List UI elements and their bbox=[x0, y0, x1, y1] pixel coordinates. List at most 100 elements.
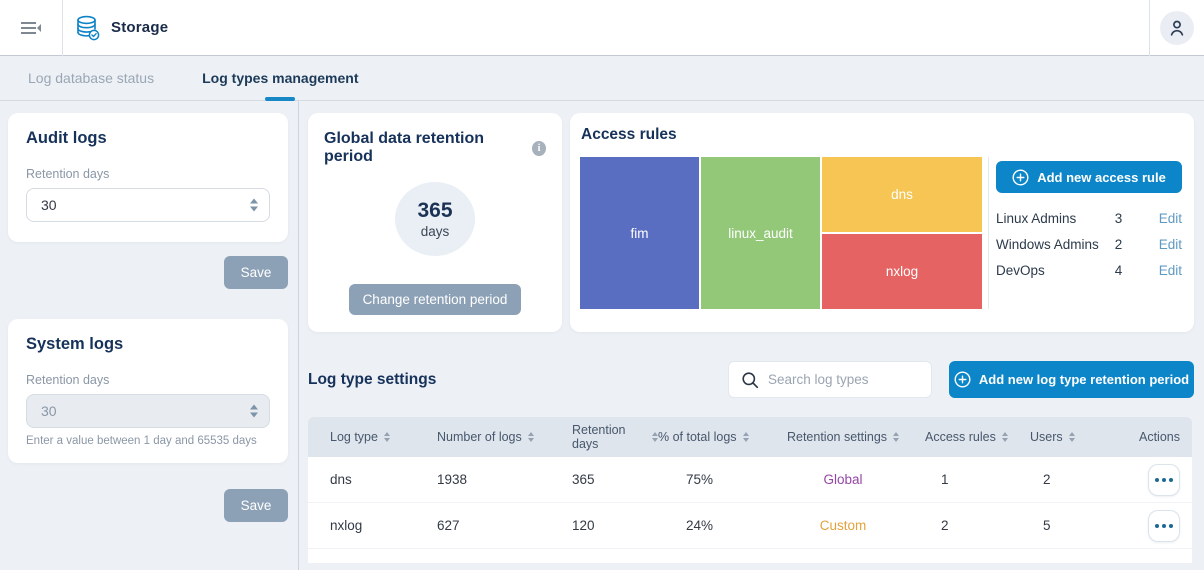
sort-icon[interactable] bbox=[893, 432, 899, 442]
change-retention-period-button[interactable]: Change retention period bbox=[349, 284, 521, 315]
stepper-up-icon[interactable] bbox=[250, 199, 258, 204]
plus-circle-icon bbox=[1012, 169, 1029, 186]
edit-rule-link[interactable]: Edit bbox=[1159, 237, 1182, 252]
access-rules-list: Linux Admins 3 Edit Windows Admins 2 Edi… bbox=[996, 205, 1182, 283]
plus-circle-icon bbox=[954, 371, 971, 388]
dot-icon bbox=[1155, 524, 1159, 528]
audit-logs-card: Audit logs Retention days bbox=[8, 113, 288, 242]
app-brand: Storage bbox=[63, 14, 168, 41]
sort-icon[interactable] bbox=[1002, 432, 1008, 442]
system-retention-input[interactable] bbox=[26, 394, 270, 428]
global-retention-days-value: 365 bbox=[417, 199, 452, 223]
sort-icon[interactable] bbox=[528, 432, 534, 442]
treemap-tile-nxlog[interactable]: nxlog bbox=[822, 234, 982, 309]
treemap-label: fim bbox=[631, 226, 649, 241]
stepper-down-icon[interactable] bbox=[250, 207, 258, 212]
cell-percent-total: 24% bbox=[658, 518, 768, 533]
log-type-settings-title: Log type settings bbox=[308, 371, 436, 389]
edit-rule-link[interactable]: Edit bbox=[1159, 263, 1182, 278]
access-rules-divider bbox=[988, 157, 989, 309]
column-header-access-rules[interactable]: Access rules bbox=[918, 430, 1013, 444]
rule-name: DevOps bbox=[996, 263, 1115, 278]
search-log-types-input[interactable] bbox=[768, 372, 921, 387]
log-type-settings-header: Log type settings Add new log type reten… bbox=[308, 361, 1194, 398]
edit-rule-link[interactable]: Edit bbox=[1159, 211, 1182, 226]
top-bar: Storage bbox=[0, 0, 1204, 56]
access-rules-title: Access rules bbox=[580, 126, 1182, 144]
cell-access-rules: 2 bbox=[918, 518, 1013, 533]
audit-save-button[interactable]: Save bbox=[224, 256, 288, 289]
rule-count: 3 bbox=[1115, 211, 1159, 226]
add-log-type-retention-button[interactable]: Add new log type retention period bbox=[949, 361, 1194, 398]
add-log-type-retention-label: Add new log type retention period bbox=[979, 372, 1189, 387]
audit-retention-stepper[interactable] bbox=[250, 199, 258, 212]
treemap-tile-fim[interactable]: fim bbox=[580, 157, 699, 309]
cell-log-type: dns bbox=[308, 472, 437, 487]
page-title: Storage bbox=[111, 19, 168, 36]
treemap-tile-dns[interactable]: dns bbox=[822, 157, 982, 232]
main-content: Global data retention period i 365 days … bbox=[299, 101, 1204, 570]
system-retention-label: Retention days bbox=[26, 373, 270, 387]
storage-database-icon bbox=[74, 14, 100, 41]
access-rules-treemap: fim linux_audit dns nxlog bbox=[580, 157, 982, 309]
column-header-log-type[interactable]: Log type bbox=[308, 430, 437, 444]
tab-bar: Log database status Log types management bbox=[0, 56, 1204, 101]
rule-count: 4 bbox=[1115, 263, 1159, 278]
cell-log-type: nxlog bbox=[308, 518, 437, 533]
retention-setting-badge: Custom bbox=[820, 518, 867, 533]
cell-number-of-logs: 627 bbox=[437, 518, 572, 533]
access-rule-row: Windows Admins 2 Edit bbox=[996, 231, 1182, 257]
stepper-down-icon[interactable] bbox=[250, 413, 258, 418]
cell-percent-total: 75% bbox=[658, 472, 768, 487]
dot-icon bbox=[1162, 478, 1166, 482]
person-icon bbox=[1167, 18, 1187, 38]
row-actions-button[interactable] bbox=[1148, 464, 1180, 496]
global-retention-value-circle: 365 days bbox=[395, 182, 475, 256]
info-icon[interactable]: i bbox=[532, 141, 546, 156]
collapse-menu-button[interactable] bbox=[0, 0, 62, 55]
system-logs-card: System logs Retention days Enter a value… bbox=[8, 319, 288, 463]
column-header-number-of-logs[interactable]: Number of logs bbox=[437, 430, 572, 444]
sort-icon[interactable] bbox=[743, 432, 749, 442]
column-header-users[interactable]: Users bbox=[1013, 430, 1128, 444]
column-header-percent-total[interactable]: % of total logs bbox=[658, 430, 768, 444]
treemap-label: dns bbox=[891, 187, 913, 202]
row-actions-button[interactable] bbox=[1148, 510, 1180, 542]
cell-number-of-logs: 1938 bbox=[437, 472, 572, 487]
system-save-button[interactable]: Save bbox=[224, 489, 288, 522]
sort-icon[interactable] bbox=[384, 432, 390, 442]
rule-name: Windows Admins bbox=[996, 237, 1115, 252]
search-box[interactable] bbox=[728, 361, 932, 398]
sort-icon[interactable] bbox=[1069, 432, 1075, 442]
tab-log-database-status[interactable]: Log database status bbox=[28, 56, 154, 100]
audit-retention-label: Retention days bbox=[26, 167, 270, 181]
rule-name: Linux Admins bbox=[996, 211, 1115, 226]
search-icon bbox=[741, 371, 759, 389]
add-access-rule-button[interactable]: Add new access rule bbox=[996, 161, 1182, 193]
table-row-nxlog: nxlog 627 120 24% Custom 2 5 bbox=[308, 503, 1192, 549]
treemap-tile-linux-audit[interactable]: linux_audit bbox=[701, 157, 820, 309]
access-rule-row: DevOps 4 Edit bbox=[996, 257, 1182, 283]
treemap-label: nxlog bbox=[886, 264, 918, 279]
stepper-up-icon[interactable] bbox=[250, 405, 258, 410]
system-retention-helper-text: Enter a value between 1 day and 65535 da… bbox=[26, 435, 270, 447]
treemap-label: linux_audit bbox=[728, 226, 793, 241]
audit-retention-input[interactable] bbox=[26, 188, 270, 222]
tab-log-types-management[interactable]: Log types management bbox=[202, 56, 358, 100]
dot-icon bbox=[1169, 524, 1173, 528]
access-rules-card: Access rules fim linux_audit dns bbox=[570, 113, 1194, 332]
user-avatar-button[interactable] bbox=[1160, 11, 1194, 45]
cell-users: 5 bbox=[1013, 518, 1128, 533]
active-tab-underline bbox=[265, 97, 295, 101]
cell-users: 2 bbox=[1013, 472, 1128, 487]
column-header-retention-settings[interactable]: Retention settings bbox=[768, 430, 918, 444]
table-header-row: Log type Number of logs Retention days %… bbox=[308, 417, 1192, 457]
system-logs-title: System logs bbox=[26, 335, 270, 354]
rule-count: 2 bbox=[1115, 237, 1159, 252]
system-retention-stepper[interactable] bbox=[250, 405, 258, 418]
tab-label: Log types management bbox=[202, 70, 358, 86]
log-type-table: Log type Number of logs Retention days %… bbox=[308, 417, 1192, 563]
table-row-dns: dns 1938 365 75% Global 1 2 bbox=[308, 457, 1192, 503]
column-header-retention-days[interactable]: Retention days bbox=[572, 423, 658, 451]
cell-retention-days: 365 bbox=[572, 472, 658, 487]
